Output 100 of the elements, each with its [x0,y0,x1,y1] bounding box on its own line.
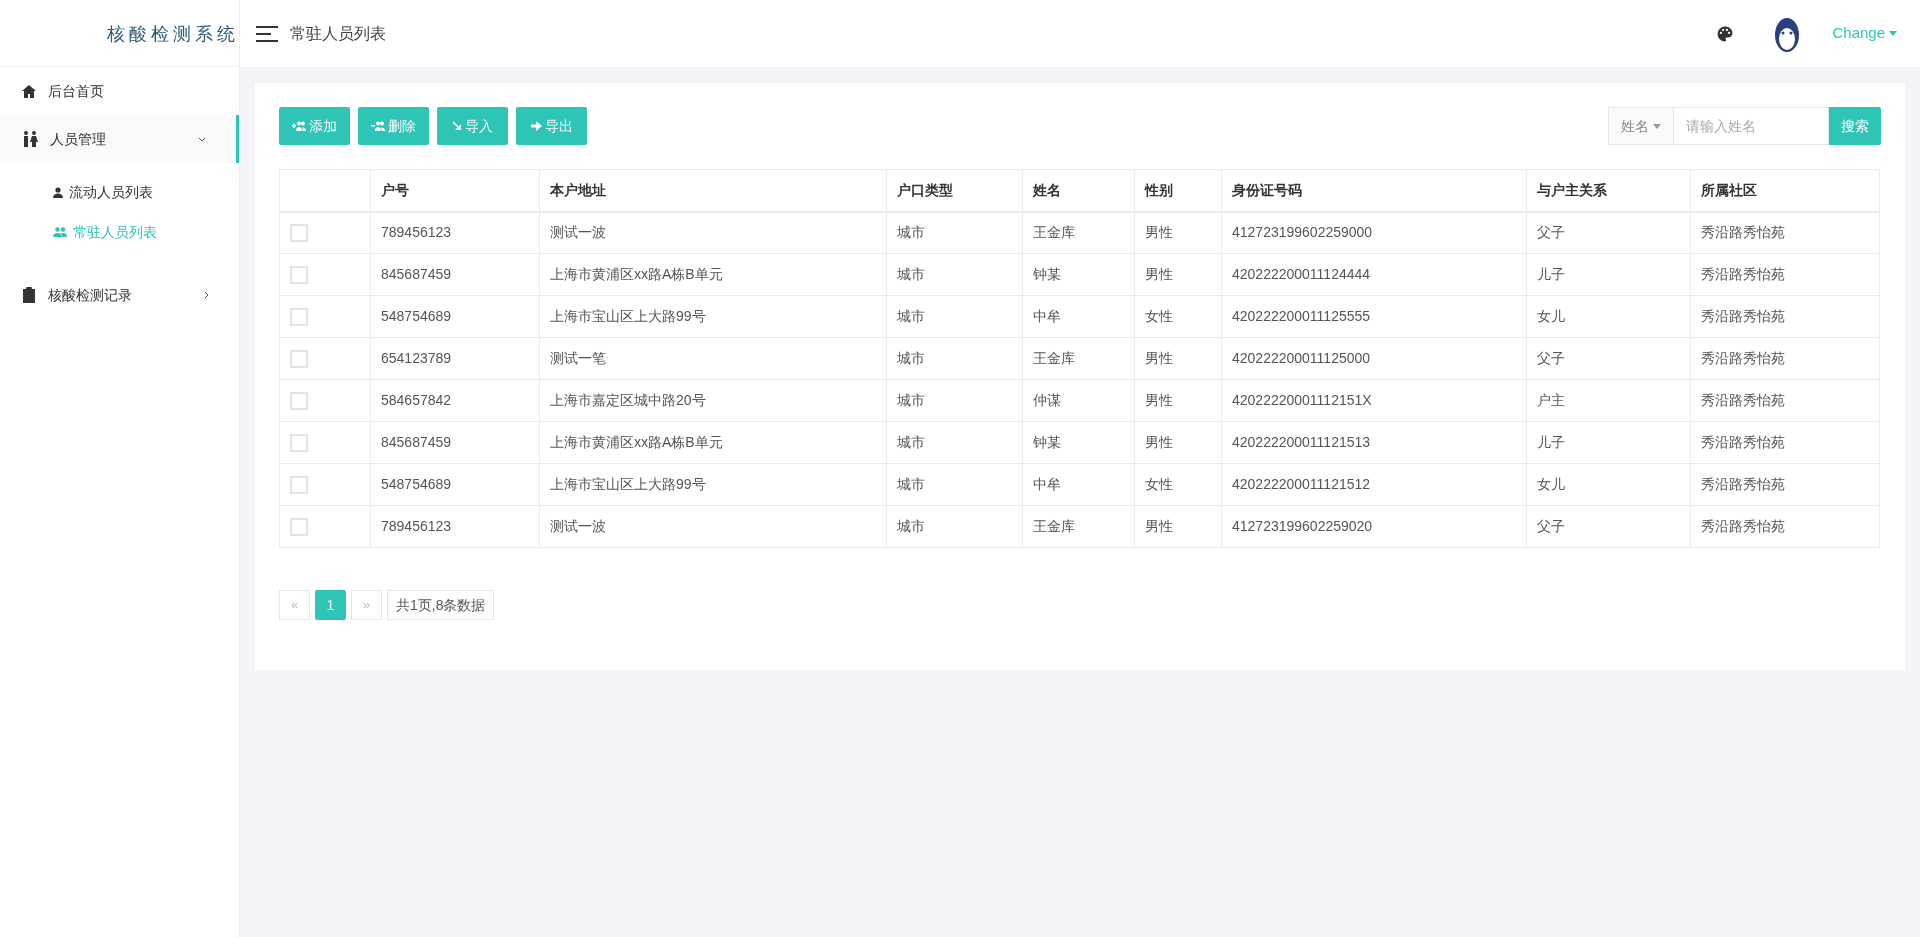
table-cell: 男性 [1145,518,1173,534]
group-icon [53,227,67,237]
table-cell: 秀沿路秀怡苑 [1701,476,1785,492]
page-button[interactable]: 1 [315,590,346,620]
table-cell: 412723199602259020 [1232,518,1373,534]
clipboard-icon [22,287,36,303]
table-cell: 上海市宝山区上大路99号 [550,476,706,492]
table-cell: 上海市嘉定区城中路20号 [550,392,706,408]
row-checkbox[interactable] [290,433,308,452]
previous-page-button[interactable]: « [279,590,310,620]
row-checkbox[interactable] [290,391,308,410]
user-menu-button[interactable]: Change [1832,22,1897,45]
row-checkbox[interactable] [290,349,308,368]
chevron-right-icon [204,291,209,299]
table-cell: 584657842 [381,392,452,408]
caret-icon [1653,123,1661,129]
people-icon [22,131,38,147]
table-cell: 女性 [1145,308,1173,324]
column-header: 户号 [381,181,409,198]
table-cell: 测试一波 [550,518,606,534]
search-button[interactable]: 搜索 [1829,107,1881,145]
table-cell: 789456123 [381,224,452,241]
palette-icon[interactable] [1716,24,1735,43]
table-cell: 城市 [897,224,925,241]
table-cell: 548754689 [381,308,452,324]
table-cell: 儿子 [1537,434,1565,450]
table-cell: 测试一笔 [550,350,606,366]
table-cell: 城市 [897,308,925,324]
sidebar-item[interactable]: 人员管理 [0,115,239,163]
submenu-item[interactable]: 流动人员列表 [0,172,239,212]
column-header: 性别 [1145,181,1173,198]
table-cell: 42022220001112151X [1232,392,1372,408]
toolbar-button[interactable]: 添加 [279,107,350,145]
table-cell: 420222200011124444 [1232,266,1371,282]
table-cell: 秀沿路秀怡苑 [1701,308,1785,324]
table-cell: 女儿 [1537,476,1565,492]
table-cell: 420222200011121512 [1232,476,1371,492]
table-cell: 城市 [897,266,925,282]
table-cell: 王金库 [1033,350,1075,366]
table-cell: 中牟 [1033,476,1061,492]
page-title: 常驻人员列表 [290,23,386,44]
table-cell: 秀沿路秀怡苑 [1701,434,1785,450]
table-cell: 父子 [1537,518,1565,534]
table-cell: 654123789 [381,350,452,366]
table-cell: 男性 [1145,392,1173,408]
arrow-right-icon [530,121,542,131]
table-cell: 548754689 [381,476,452,492]
table-cell: 420222200011125555 [1232,308,1371,324]
column-header: 与户主关系 [1537,181,1607,198]
menu-icon[interactable] [256,25,278,42]
table-cell: 城市 [897,392,925,408]
table-cell: 上海市宝山区上大路99号 [550,308,706,324]
toolbar-button[interactable]: 导入 [437,107,508,145]
column-header: 姓名 [1033,181,1061,198]
user-remove-icon [371,121,385,131]
table-cell: 420222200011125000 [1232,350,1371,366]
table-cell: 男性 [1145,350,1173,366]
row-checkbox[interactable] [290,475,308,494]
table-cell: 测试一波 [550,224,606,241]
table-cell: 秀沿路秀怡苑 [1701,224,1785,241]
submenu-item[interactable]: 常驻人员列表 [0,212,239,252]
row-checkbox[interactable] [290,265,308,284]
column-header: 所属社区 [1701,181,1757,198]
table-cell: 父子 [1537,224,1565,241]
row-checkbox[interactable] [290,223,308,242]
table-cell: 城市 [897,350,925,366]
caret-icon [1889,31,1897,36]
table-cell: 男性 [1145,434,1173,450]
row-checkbox[interactable] [290,307,308,326]
table-cell: 845687459 [381,434,452,450]
page-summary: 共1页,8条数据 [387,590,495,620]
row-checkbox[interactable] [290,517,308,536]
arrow-down-right-icon [452,121,462,131]
next-page-button[interactable]: » [351,590,382,620]
toolbar-button[interactable]: 导出 [516,107,587,145]
column-header: 身份证号码 [1232,181,1302,198]
table-cell: 儿子 [1537,266,1565,282]
table-cell: 王金库 [1033,224,1075,241]
table-cell: 秀沿路秀怡苑 [1701,392,1785,408]
table-cell: 城市 [897,434,925,450]
table-cell: 女性 [1145,476,1173,492]
sidebar-item[interactable]: 后台首页 [0,67,239,115]
home-icon [22,84,36,98]
table-cell: 钟某 [1033,266,1061,282]
table-cell: 城市 [897,518,925,534]
table-cell: 城市 [897,476,925,492]
table-cell: 男性 [1145,266,1173,282]
toolbar-button[interactable]: 删除 [358,107,429,145]
table-cell: 仲谋 [1033,392,1061,408]
search-field[interactable]: 请输入姓名 [1674,107,1829,145]
table-cell: 上海市黄浦区xx路A栋B单元 [550,266,723,282]
table-cell: 845687459 [381,266,452,282]
chevron-down-icon [198,136,206,142]
table-cell: 女儿 [1537,308,1565,324]
sidebar-item[interactable]: 核酸检测记录 [0,271,239,319]
field-select[interactable]: 姓名 [1608,107,1674,145]
user-add-icon [292,121,306,131]
table-cell: 户主 [1537,392,1565,408]
table-cell: 秀沿路秀怡苑 [1701,518,1785,534]
person-icon [53,186,63,198]
